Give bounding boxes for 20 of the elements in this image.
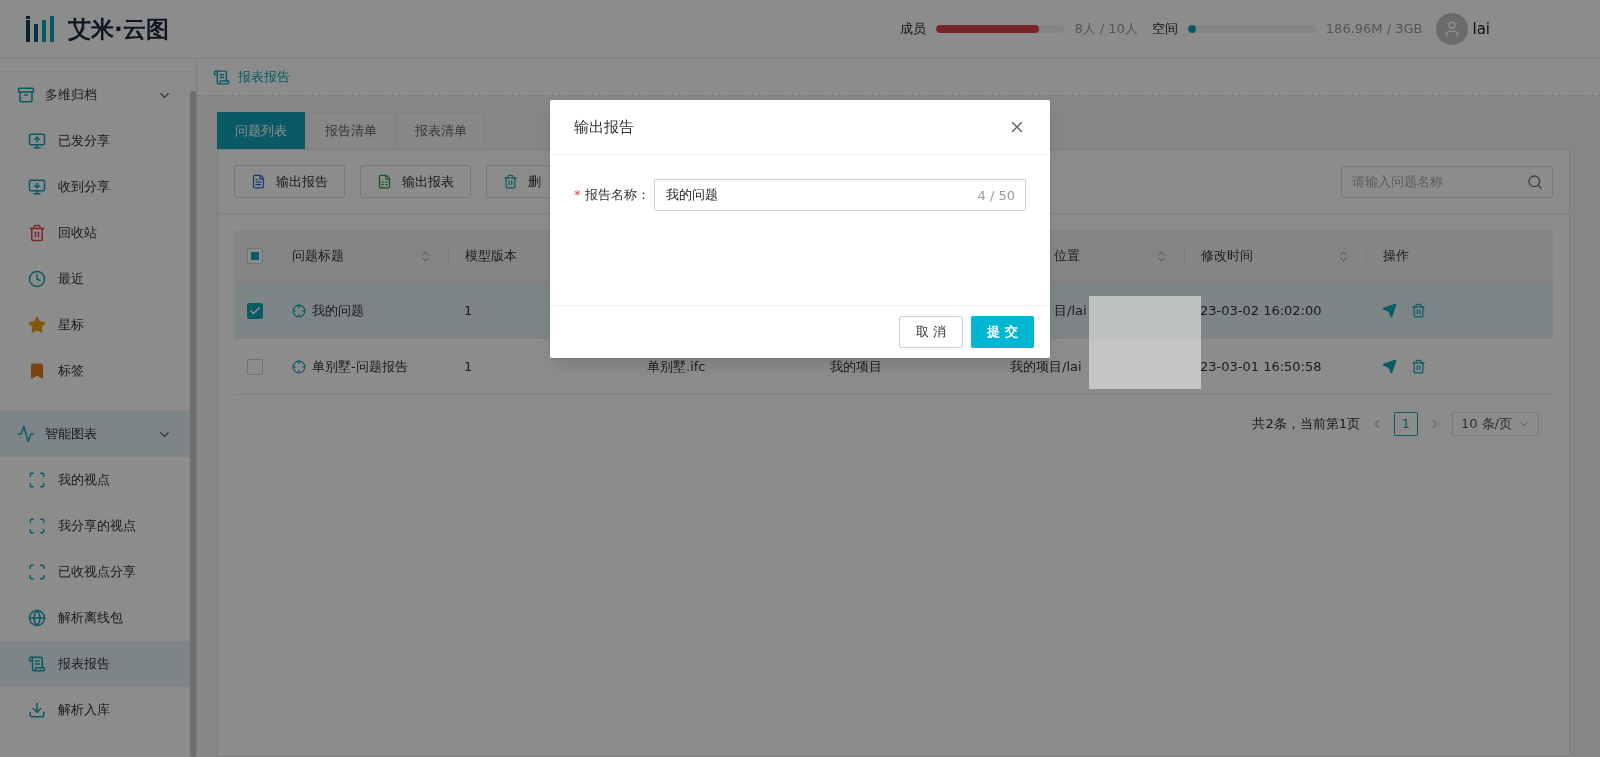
table-cell-text: 单别墅.ifc (647, 357, 706, 376)
table-cell-text: 我的项目 (830, 357, 882, 376)
table-cell-text: 1 (464, 357, 473, 376)
usage-reading: 186.96M / 3GB (1325, 20, 1423, 39)
field-label: 报告名称： (584, 186, 650, 205)
pagination-summary: 共2条，当前第1页 (1252, 415, 1360, 434)
table-cell-text: 我的项目/lai (1010, 357, 1082, 376)
usage-label: 成员 (900, 20, 927, 39)
dialog-title: 输出报告 (574, 116, 635, 138)
table-cell-text: 1 (464, 301, 473, 320)
usage-reading: 8人 / 10人 (1074, 20, 1138, 39)
table-cell-text: 目/lai (1053, 301, 1087, 320)
usage-label: 空间 (1151, 20, 1178, 39)
table-cell-text: 23-03-01 16:50:58 (1200, 357, 1322, 376)
table-cell-text: 单别墅-问题报告 (312, 357, 408, 376)
character-counter: 4 / 50 (977, 187, 1015, 205)
required-mark: * (574, 186, 581, 205)
table-cell-text: 23-03-02 16:02:00 (1200, 301, 1322, 320)
table-cell-text: 我的问题 (312, 301, 364, 320)
logo-text: 艾米·云图 (68, 14, 169, 44)
